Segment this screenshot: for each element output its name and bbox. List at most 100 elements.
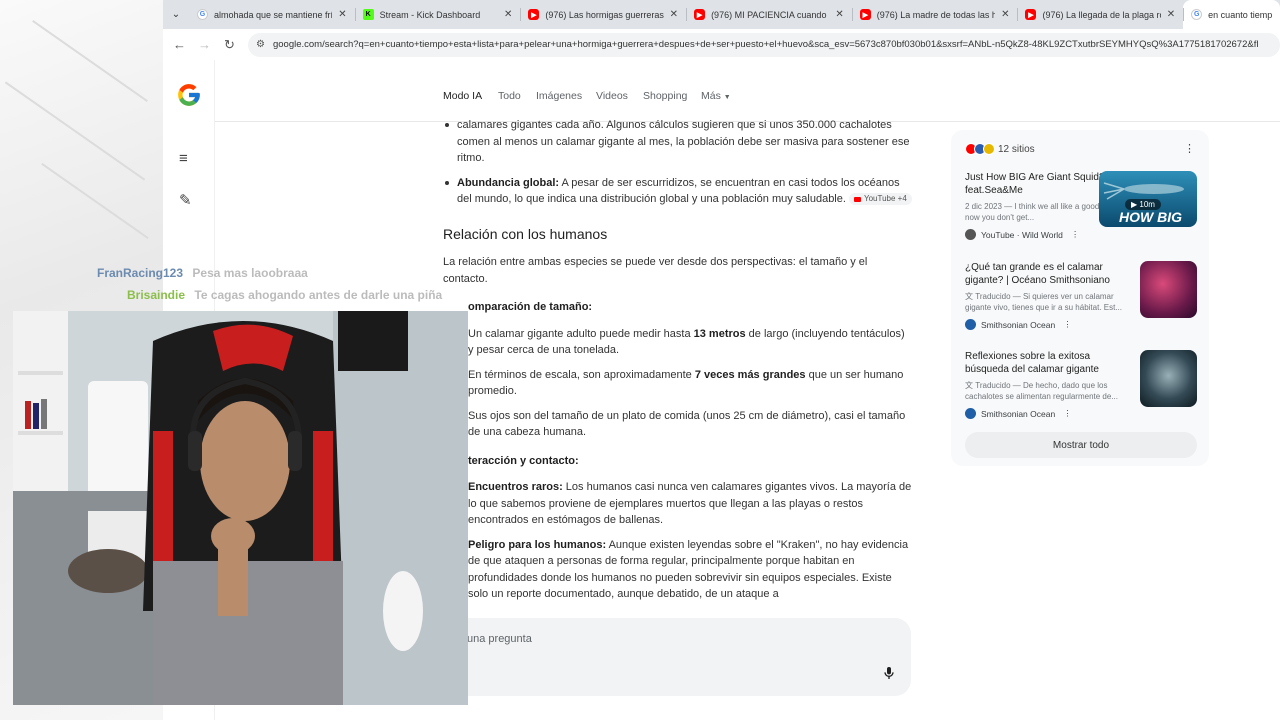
browser-tab-active[interactable]: G en cuanto tiempo en	[1183, 0, 1280, 29]
card-snippet: 文 Traducido — Si quieres ver un calamar …	[965, 292, 1122, 312]
url-text: google.com/search?q=en+cuanto+tiempo+est…	[272, 39, 1259, 50]
chip-label: YouTube +4	[864, 193, 907, 203]
youtube-favicon-icon: ▶	[528, 9, 540, 20]
tab-title: (976) MI PACIENCIA cuando MI	[711, 9, 830, 20]
close-tab-icon[interactable]: ✕	[1167, 9, 1175, 20]
browser-toolbar: ← → ↻ ⚙ google.com/search?q=en+cuanto+ti…	[163, 29, 1280, 60]
forward-arrow-icon[interactable]: →	[192, 37, 217, 52]
google-logo-icon[interactable]	[176, 82, 202, 108]
translate-icon: 文	[965, 381, 973, 390]
sources-header[interactable]: 12 sitios	[965, 143, 1035, 155]
show-all-button[interactable]: Mostrar todo	[965, 432, 1197, 458]
card-source: Smithsonian Ocean	[981, 408, 1056, 419]
microphone-icon[interactable]	[881, 665, 897, 681]
tab-videos[interactable]: Videos	[596, 90, 628, 102]
site-settings-icon[interactable]: ⚙	[256, 39, 265, 50]
youtube-favicon-icon: ▶	[1025, 9, 1037, 20]
follow-up-input[interactable]: una pregunta	[453, 618, 911, 696]
smithsonian-icon	[965, 408, 976, 419]
browser-tab[interactable]: ▶ (976) La llegada de la plaga roj ✕	[1017, 0, 1183, 29]
close-tab-icon[interactable]: ✕	[670, 9, 678, 20]
card-snippet: 文 Traducido — De hecho, dado que los cac…	[965, 381, 1118, 401]
video-thumbnail[interactable]: ▶ 10m HOW BIG	[1099, 171, 1197, 227]
size-paragraph: Sus ojos son del tamaño de un plato de c…	[468, 409, 906, 439]
thumbnail-caption: HOW BIG	[1119, 209, 1182, 225]
size-paragraph: En términos de escala, son aproximadamen…	[468, 368, 904, 398]
card-source: YouTube · Wild World	[981, 229, 1063, 240]
browser-tab[interactable]: K Stream - Kick Dashboard ✕	[354, 0, 521, 29]
input-placeholder: una pregunta	[467, 633, 532, 645]
webcam-overlay	[13, 311, 468, 705]
sources-panel: 12 sitios ⋮ Just How BIG Are Giant Squid…	[951, 130, 1209, 466]
subheading-size: omparación de tamaño:	[468, 301, 593, 313]
section-heading: Relación con los humanos	[443, 225, 608, 242]
site-source-icon	[983, 143, 995, 155]
youtube-favicon-icon: ▶	[859, 9, 871, 20]
source-card[interactable]: Reflexiones sobre la exitosa búsqueda de…	[965, 350, 1197, 419]
close-tab-icon[interactable]: ✕	[338, 9, 346, 20]
close-tab-icon[interactable]: ✕	[504, 9, 512, 20]
search-mode-tabs: Modo IA Todo Imágenes Videos Shopping Má…	[215, 60, 1280, 122]
size-paragraph: Un calamar gigante adulto puede medir ha…	[468, 327, 905, 357]
stream-chat-line: Brisaindie Te cagas ahogando antes de da…	[127, 288, 442, 302]
google-favicon-icon: G	[1191, 9, 1203, 20]
tab-title: (976) Las hormigas guerreras co	[545, 9, 664, 20]
bullet-label: Abundancia global:	[457, 176, 560, 189]
close-tab-icon[interactable]: ✕	[1001, 9, 1009, 20]
back-arrow-icon[interactable]: ←	[167, 37, 192, 52]
card-title: ¿Qué tan grande es el calamar gigante? |…	[965, 262, 1110, 286]
tab-title: en cuanto tiempo en	[1208, 9, 1273, 20]
browser-tab[interactable]: ▶ (976) Las hormigas guerreras co ✕	[520, 0, 686, 29]
source-chip[interactable]: YouTube +4	[849, 193, 912, 206]
chat-message: Pesa mas laoobraaa	[192, 266, 308, 280]
tab-title: (976) La madre de todas las ho	[876, 9, 996, 20]
new-chat-icon[interactable]: ✎	[179, 191, 192, 209]
chat-username: Brisaindie	[127, 288, 186, 302]
address-bar[interactable]: ⚙ google.com/search?q=en+cuanto+tiempo+e…	[248, 32, 1280, 57]
tab-title: almohada que se mantiene fría	[213, 9, 333, 20]
youtube-favicon-icon: ▶	[694, 9, 706, 20]
ai-answer: calamares gigantes cada año. Algunos cál…	[443, 117, 913, 611]
more-vert-icon[interactable]: ⋮	[1063, 319, 1072, 330]
source-card[interactable]: ¿Qué tan grande es el calamar gigante? |…	[965, 261, 1197, 330]
article-thumbnail[interactable]	[1140, 350, 1197, 407]
browser-tab[interactable]: ▶ (976) MI PACIENCIA cuando MI ✕	[686, 0, 852, 29]
google-favicon-icon: G	[196, 9, 208, 20]
translate-icon: 文	[965, 292, 973, 301]
kick-favicon-icon: K	[362, 9, 374, 20]
caret-down-icon: ▼	[723, 94, 731, 101]
tab-imagenes[interactable]: Imágenes	[536, 90, 582, 102]
channel-avatar-icon	[965, 229, 976, 240]
card-source: Smithsonian Ocean	[981, 319, 1056, 330]
sources-count: 12 sitios	[998, 143, 1035, 155]
history-list-icon[interactable]: ≡	[179, 150, 188, 167]
tab-search-button[interactable]: ⌄	[163, 0, 189, 29]
intro-paragraph: La relación entre ambas especies se pued…	[443, 256, 868, 285]
tab-mas-label: Más	[701, 90, 721, 102]
tab-shopping[interactable]: Shopping	[643, 90, 687, 102]
youtube-icon	[854, 196, 861, 202]
tab-todo[interactable]: Todo	[498, 90, 521, 102]
browser-tab[interactable]: ▶ (976) La madre de todas las ho ✕	[851, 0, 1018, 29]
more-vert-icon[interactable]: ⋮	[1071, 229, 1080, 240]
answer-paragraph: calamares gigantes cada año. Algunos cál…	[443, 117, 913, 167]
answer-text: calamares gigantes cada año. Algunos cál…	[457, 119, 910, 164]
close-tab-icon[interactable]: ✕	[835, 9, 843, 20]
more-vert-icon[interactable]: ⋮	[1184, 142, 1195, 155]
stream-chat-line: FranRacing123 Pesa mas laoobraaa	[97, 266, 308, 280]
tab-strip: ⌄ G almohada que se mantiene fría ✕ K St…	[163, 0, 1280, 29]
chat-message: Te cagas ahogando antes de darle una piñ…	[194, 288, 443, 302]
tab-title: Stream - Kick Dashboard	[379, 9, 481, 20]
more-vert-icon[interactable]: ⋮	[1063, 408, 1072, 419]
article-thumbnail[interactable]	[1140, 261, 1197, 318]
tab-mas[interactable]: Más ▼	[701, 90, 731, 102]
subheading-contact: teracción y contacto:	[468, 454, 579, 467]
source-card[interactable]: Just How BIG Are Giant Squid? feat.Sea&M…	[965, 171, 1197, 240]
tab-modo-ia[interactable]: Modo IA	[443, 90, 482, 102]
contact-paragraph: Encuentros raros: Los humanos casi nunca…	[468, 481, 912, 526]
card-title: Reflexiones sobre la exitosa búsqueda de…	[965, 351, 1099, 375]
browser-tab[interactable]: G almohada que se mantiene fría ✕	[189, 0, 355, 29]
webcam-feed-image	[13, 311, 468, 705]
reload-icon[interactable]: ↻	[217, 37, 242, 53]
smithsonian-icon	[965, 319, 976, 330]
